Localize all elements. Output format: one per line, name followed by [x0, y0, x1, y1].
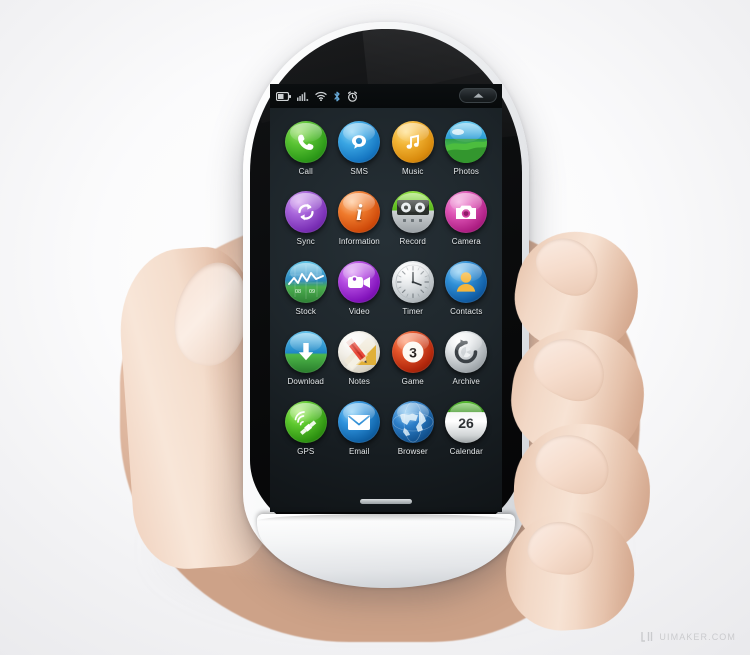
- app-icon-browser[interactable]: Browser: [386, 401, 440, 456]
- phone-screen: Call SMS Music Photos Sync i Information…: [270, 84, 502, 512]
- statusbar-expand-button[interactable]: [459, 88, 497, 103]
- home-indicator[interactable]: [360, 499, 412, 504]
- app-icon-photos[interactable]: Photos: [440, 121, 494, 176]
- app-icon-stock[interactable]: 08 09 Stock: [279, 261, 333, 316]
- chat-icon: [338, 121, 381, 163]
- app-label: Timer: [402, 307, 424, 316]
- pencil-icon: [338, 331, 381, 373]
- globe-icon: [391, 401, 434, 443]
- app-label: Email: [348, 447, 370, 456]
- status-bar: [270, 84, 502, 108]
- app-label: SMS: [350, 167, 369, 176]
- restore-icon: [445, 331, 488, 373]
- signal-icon: [297, 92, 309, 101]
- bluetooth-icon: [334, 91, 340, 101]
- app-label: Camera: [451, 237, 481, 246]
- info-icon: i: [338, 191, 381, 233]
- device-chin: [257, 514, 515, 588]
- chevron-up-icon: [473, 93, 483, 98]
- app-label: Game: [401, 377, 424, 386]
- clock-icon: [391, 261, 434, 303]
- app-label: Sync: [296, 237, 315, 246]
- app-label: Contacts: [450, 307, 483, 316]
- app-icon-music[interactable]: Music: [386, 121, 440, 176]
- envelope-icon: [338, 401, 381, 443]
- app-icon-gps[interactable]: GPS: [279, 401, 333, 456]
- watermark-text: UIMAKER.COM: [659, 631, 736, 642]
- satellite-icon: [284, 401, 327, 443]
- app-label: Browser: [397, 447, 428, 456]
- app-label: Call: [298, 167, 313, 176]
- app-label: GPS: [297, 447, 315, 456]
- wifi-icon: [315, 91, 327, 101]
- app-label: Calendar: [449, 447, 483, 456]
- app-label: Record: [399, 237, 426, 246]
- app-icon-information[interactable]: i Information: [333, 191, 387, 246]
- watermark: UIMAKER.COM: [641, 631, 736, 642]
- app-icon-video[interactable]: Video: [333, 261, 387, 316]
- stock-year-1: 08: [295, 289, 301, 295]
- landscape-icon: [445, 121, 488, 163]
- app-icon-call[interactable]: Call: [279, 121, 333, 176]
- app-icon-email[interactable]: Email: [333, 401, 387, 456]
- game-number: 3: [409, 345, 417, 361]
- note-icon: [391, 121, 434, 163]
- app-icon-calendar[interactable]: 26 Calendar: [440, 401, 494, 456]
- camera-icon: [445, 191, 488, 233]
- alarm-icon: [347, 90, 358, 102]
- scene-stage: Call SMS Music Photos Sync i Information…: [0, 0, 750, 655]
- app-icon-record[interactable]: Record: [386, 191, 440, 246]
- app-icon-archive[interactable]: Archive: [440, 331, 494, 386]
- app-label: Video: [348, 307, 370, 316]
- battery-icon: [276, 91, 291, 101]
- app-label: Stock: [295, 307, 316, 316]
- phone-icon: [284, 121, 327, 163]
- app-icon-game[interactable]: 3 Game: [386, 331, 440, 386]
- app-label: Notes: [348, 377, 370, 386]
- download-icon: [284, 331, 327, 373]
- app-icon-timer[interactable]: Timer: [386, 261, 440, 316]
- app-icon-notes[interactable]: Notes: [333, 331, 387, 386]
- app-label: Music: [402, 167, 424, 176]
- app-label: Download: [287, 377, 324, 386]
- app-label: Information: [338, 237, 380, 246]
- app-icon-sync[interactable]: Sync: [279, 191, 333, 246]
- app-label: Photos: [453, 167, 479, 176]
- calendar-day: 26: [458, 415, 474, 431]
- cassette-icon: [391, 191, 434, 233]
- app-icon-camera[interactable]: Camera: [440, 191, 494, 246]
- app-icon-sms[interactable]: SMS: [333, 121, 387, 176]
- app-label: Archive: [452, 377, 480, 386]
- stock-year-2: 09: [309, 289, 315, 295]
- uimaker-logo-icon: [641, 632, 653, 642]
- person-icon: [445, 261, 488, 303]
- app-grid: Call SMS Music Photos Sync i Information…: [270, 108, 502, 456]
- camcorder-icon: [338, 261, 381, 303]
- billiard-icon: 3: [391, 331, 434, 373]
- smartphone-device: Call SMS Music Photos Sync i Information…: [243, 22, 529, 588]
- app-icon-contacts[interactable]: Contacts: [440, 261, 494, 316]
- app-icon-download[interactable]: Download: [279, 331, 333, 386]
- calendar-icon: 26: [445, 401, 488, 443]
- refresh-icon: [284, 191, 327, 233]
- info-letter: i: [356, 199, 363, 225]
- chart-icon: 08 09: [284, 261, 327, 303]
